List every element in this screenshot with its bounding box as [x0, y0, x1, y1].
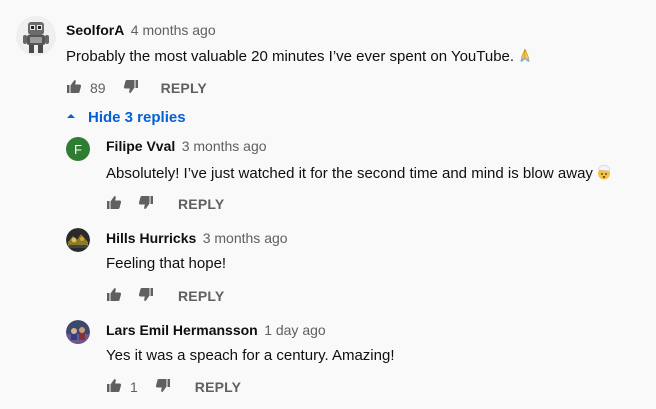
like-count: 1 — [130, 379, 138, 395]
avatar[interactable]: F — [66, 137, 90, 161]
like-button[interactable] — [106, 377, 122, 398]
reply-button[interactable]: REPLY — [195, 379, 241, 395]
thumbs-down-icon — [138, 196, 153, 209]
avatar-image-icon — [66, 320, 90, 344]
thumbs-up-icon — [67, 79, 82, 93]
avatar[interactable] — [66, 320, 90, 344]
reply-button[interactable]: REPLY — [161, 80, 207, 96]
reply-text: Absolutely! I’ve just watched it for the… — [106, 165, 593, 182]
comment-author[interactable]: SeolforA — [66, 22, 124, 38]
folded-hands-emoji-icon — [517, 47, 533, 67]
like-count: 89 — [90, 80, 106, 96]
thumbs-down-icon — [138, 288, 153, 301]
reply-actions: 1 REPLY — [106, 377, 241, 397]
thumbs-down-icon — [123, 80, 138, 93]
reply-time[interactable]: 1 day ago — [264, 322, 326, 338]
reply-time[interactable]: 3 months ago — [203, 230, 288, 246]
exploding-head-emoji-icon — [596, 164, 612, 184]
reply-time[interactable]: 3 months ago — [182, 138, 267, 154]
comment-text: Probably the most valuable 20 minutes I’… — [66, 48, 515, 65]
dislike-button[interactable] — [138, 195, 154, 216]
thumbs-up-icon — [107, 287, 122, 301]
reply-text: Yes it was a speach for a century. Amazi… — [106, 347, 395, 364]
like-button[interactable] — [66, 78, 82, 99]
dislike-button[interactable] — [155, 378, 171, 399]
dislike-button[interactable] — [123, 79, 139, 100]
thumbs-up-icon — [107, 195, 122, 209]
hide-replies-toggle[interactable]: Hide 3 replies — [66, 108, 186, 126]
reply-actions: REPLY — [106, 194, 224, 214]
dislike-button[interactable] — [138, 287, 154, 308]
reply-author[interactable]: Filipe Vval — [106, 138, 175, 154]
chevron-up-icon — [66, 108, 76, 126]
reply-button[interactable]: REPLY — [178, 288, 224, 304]
avatar-figure-icon — [16, 16, 56, 56]
avatar-image-icon — [66, 228, 90, 252]
comment-actions: 89 REPLY — [66, 78, 207, 98]
reply-text-row: Absolutely! I’ve just watched it for the… — [106, 164, 612, 184]
reply-button[interactable]: REPLY — [178, 196, 224, 212]
comment-text-row: Probably the most valuable 20 minutes I’… — [66, 47, 533, 67]
reply-actions: REPLY — [106, 286, 224, 306]
avatar-letter: F — [74, 141, 82, 157]
hide-replies-label[interactable]: Hide 3 replies — [88, 109, 186, 126]
avatar[interactable] — [66, 228, 90, 252]
like-button[interactable] — [106, 286, 122, 307]
like-button[interactable] — [106, 194, 122, 215]
reply-author[interactable]: Hills Hurricks — [106, 230, 196, 246]
reply-text: Feeling that hope! — [106, 255, 227, 272]
reply-author[interactable]: Lars Emil Hermansson — [106, 322, 258, 338]
comment-time[interactable]: 4 months ago — [131, 22, 216, 38]
thumbs-up-icon — [107, 378, 122, 392]
avatar[interactable] — [16, 16, 56, 56]
thumbs-down-icon — [155, 379, 170, 392]
